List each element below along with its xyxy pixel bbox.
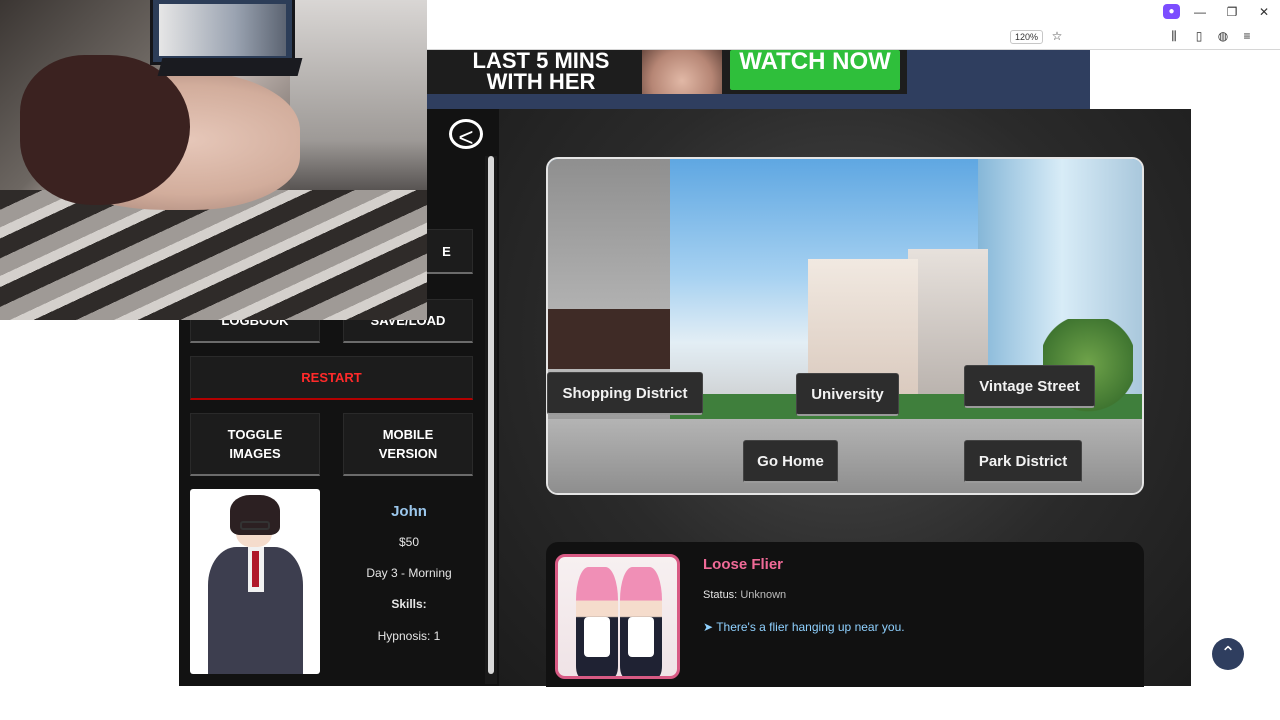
- character-time: Day 3 - Morning: [366, 566, 452, 580]
- close-icon[interactable]: ✕: [1248, 5, 1280, 19]
- webcam-blanket: [0, 190, 427, 320]
- extension-icon[interactable]: ◍: [1214, 28, 1232, 44]
- event-title[interactable]: Loose Flier: [703, 556, 783, 573]
- chevron-up-icon[interactable]: ⌃: [1212, 638, 1244, 670]
- star-icon[interactable]: ☆: [1048, 28, 1066, 44]
- sidebar-button-partial-label: E: [442, 243, 451, 259]
- character-name: John: [391, 503, 427, 520]
- scene-shopfront: [548, 309, 670, 369]
- sidebar-scrollbar[interactable]: [485, 156, 497, 684]
- ad-line-2: WITH HER: [486, 69, 596, 94]
- ad-banner[interactable]: LAST 5 MINS WITH HER WATCH NOW: [427, 50, 907, 94]
- mobile-version-label-1: MOBILE: [382, 427, 434, 442]
- skill-hypnosis: Hypnosis: 1: [377, 629, 441, 643]
- event-image: [555, 554, 680, 679]
- event-status-value: Unknown: [740, 589, 787, 601]
- window-controls: — ❐ ✕: [1184, 0, 1280, 24]
- go-home-button[interactable]: Go Home: [743, 440, 838, 483]
- park-district-button[interactable]: Park District: [964, 440, 1082, 483]
- vintage-street-button[interactable]: Vintage Street: [964, 365, 1095, 408]
- webcam-overlay: [0, 0, 427, 320]
- shopping-district-button[interactable]: Shopping District: [547, 372, 703, 415]
- webcam-keyboard: [157, 58, 303, 76]
- menu-icon[interactable]: ≡: [1238, 28, 1256, 44]
- private-browsing-icon[interactable]: ●: [1163, 4, 1180, 19]
- ad-line-1: LAST 5 MINS: [472, 50, 610, 73]
- sidebar-toggle-icon[interactable]: ▯: [1190, 28, 1208, 44]
- portrait-glasses: [240, 521, 270, 530]
- arrow-right-icon: ➤: [703, 620, 714, 634]
- scrollbar-thumb[interactable]: [488, 156, 494, 674]
- webcam-laptop: [150, 0, 295, 65]
- zoom-level[interactable]: 120%: [1010, 30, 1044, 44]
- mobile-version-label-2: VERSION: [378, 446, 438, 461]
- event-image-apron-1: [584, 617, 610, 657]
- event-description-text: There's a flier hanging up near you.: [716, 620, 905, 634]
- university-button[interactable]: University: [796, 373, 899, 416]
- character-portrait: [190, 489, 320, 674]
- restore-icon[interactable]: ❐: [1216, 5, 1248, 19]
- ad-watch-now-button[interactable]: WATCH NOW: [730, 50, 900, 90]
- ad-text: LAST 5 MINS WITH HER: [441, 50, 641, 94]
- toggle-images-label-1: TOGGLE: [227, 427, 283, 442]
- toggle-images-label-2: IMAGES: [229, 446, 281, 461]
- toggle-images-button[interactable]: TOGGLE IMAGES: [190, 413, 320, 476]
- webcam-pillow: [290, 0, 427, 200]
- event-status: Status: Unknown: [703, 589, 786, 601]
- minimize-icon[interactable]: —: [1184, 5, 1216, 19]
- library-icon[interactable]: ⫼: [1165, 28, 1183, 44]
- character-money: $50: [398, 535, 420, 549]
- portrait-tie: [252, 551, 259, 587]
- event-status-label: Status:: [703, 589, 738, 601]
- ad-photo: [642, 50, 722, 94]
- webcam-laptop-screen: [159, 4, 286, 56]
- mobile-version-button[interactable]: MOBILE VERSION: [343, 413, 473, 476]
- browser-chrome: — ❐ ✕: [427, 0, 1280, 50]
- back-arrow-icon[interactable]: <: [449, 119, 483, 152]
- skills-label: Skills:: [391, 597, 427, 611]
- screen: — ❐ ✕ ● 120% ☆ ⫼ ▯ ◍ ≡ LAST 5 MINS WITH …: [0, 0, 1280, 720]
- restart-button[interactable]: RESTART: [190, 356, 473, 400]
- event-image-apron-2: [628, 617, 654, 657]
- event-description[interactable]: ➤ There's a flier hanging up near you.: [703, 620, 905, 634]
